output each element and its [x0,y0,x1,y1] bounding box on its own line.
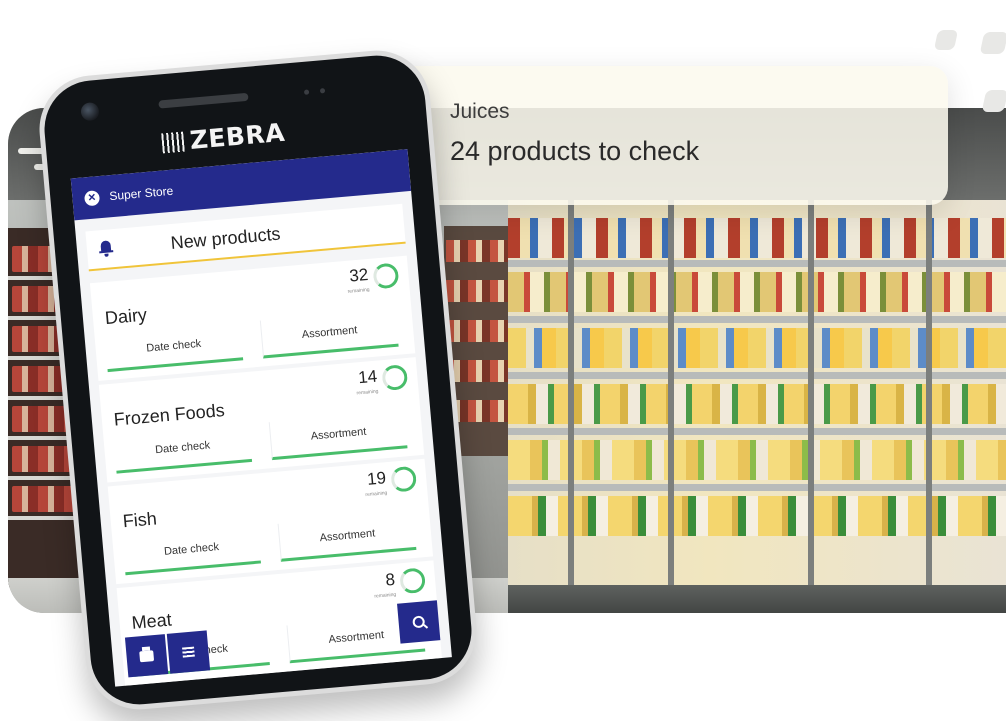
progress-ring-icon [390,465,418,493]
remaining-count: 32 [348,265,370,286]
assortment-button[interactable]: Assortment [268,410,408,461]
zebra-logo-icon [161,131,185,154]
notification-message: 24 products to check [450,136,700,166]
category-name: Meat [130,609,173,633]
notification-title: Juices [450,100,510,123]
list-icon [182,646,195,658]
progress-ring-icon [381,364,409,392]
store-name: Super Store [108,183,174,204]
date-check-button[interactable]: Date check [104,322,244,373]
assortment-button[interactable]: Assortment [277,511,417,562]
remaining-caption: remaining [365,490,388,499]
date-check-button[interactable]: Date check [122,525,261,576]
notification-card[interactable]: ! Juices 24 products to check [366,66,948,205]
search-button[interactable] [397,600,441,644]
fridge-base [508,585,1006,613]
search-icon [412,615,426,629]
progress-ring-icon [399,567,427,595]
device-brand: ZEBRA [161,118,286,158]
sensor-dot [303,89,310,95]
print-button[interactable] [124,634,169,678]
assortment-button[interactable]: Assortment [259,308,399,359]
brand-name: ZEBRA [188,117,287,155]
decorative-mark [933,30,959,50]
remaining-caption: remaining [347,286,370,295]
decorative-mark [981,90,1006,112]
close-icon[interactable]: ✕ [83,189,101,206]
remaining-caption: remaining [374,591,397,600]
bell-icon [98,240,114,257]
decorative-mark [979,32,1006,54]
category-name: Frozen Foods [113,400,226,430]
camera-icon [80,101,100,122]
date-check-button[interactable]: Date check [113,423,253,474]
sensor-dot [319,88,326,94]
remaining-count: 8 [384,569,396,590]
progress-ring-icon [372,262,400,290]
speaker-grille [158,92,249,109]
remaining-caption: remaining [356,388,379,397]
app-screen: ✕ Super Store New products Dairy 32 rema… [70,149,452,687]
handheld-device: ZEBRA ✕ Super Store New products Dairy 3… [35,46,481,714]
refrigerated-display [508,200,1006,585]
list-button[interactable] [166,630,211,674]
category-name: Dairy [104,304,148,329]
new-products-label: New products [169,223,282,254]
remaining-count: 19 [366,468,387,489]
print-icon [139,649,155,662]
remaining-count: 14 [357,366,378,388]
category-name: Fish [121,508,158,532]
